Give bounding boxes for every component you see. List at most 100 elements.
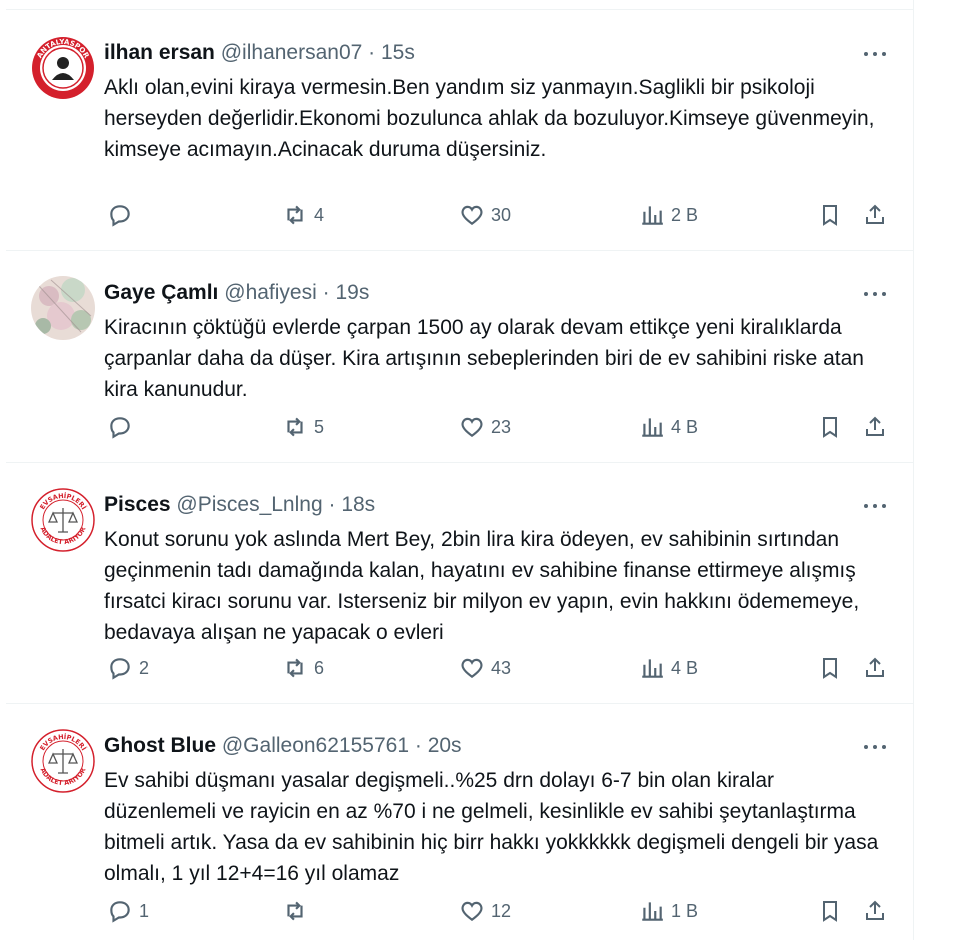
views-icon — [642, 659, 663, 678]
share-icon — [866, 900, 884, 920]
views-icon — [642, 418, 663, 437]
author-name[interactable]: Pisces — [104, 493, 171, 516]
action-bar: 1 12 1 B — [104, 896, 904, 926]
timestamp[interactable]: 18s — [341, 493, 375, 516]
repost-button[interactable]: 6 — [282, 653, 324, 683]
tweet-header: Ghost Blue @Galleon62155761 · 20s — [104, 732, 462, 760]
views-count: 4 B — [671, 416, 699, 437]
tweet[interactable]: ANTALYASPOR ilhan ersan @ilhanersan07 · … — [6, 10, 913, 251]
author-handle[interactable]: @Pisces_Lnlng — [176, 493, 322, 516]
author-name[interactable]: Gaye Çamlı — [104, 281, 218, 304]
reply-icon — [110, 417, 130, 439]
share-button[interactable] — [863, 200, 887, 230]
separator: · — [414, 734, 422, 757]
avatar[interactable] — [31, 276, 95, 340]
separator: · — [368, 41, 376, 64]
more-icon[interactable] — [861, 733, 891, 761]
tweet-header: Pisces @Pisces_Lnlng · 18s — [104, 491, 375, 519]
tweet-text: Ev sahibi düşmanı yasalar degişmeli..%25… — [104, 769, 879, 885]
repost-count: 6 — [314, 657, 325, 678]
more-icon[interactable] — [861, 492, 891, 520]
avatar[interactable]: ANTALYASPOR — [31, 36, 95, 100]
action-bar: 5 23 4 B — [104, 412, 904, 442]
reply-button[interactable]: 2 — [107, 653, 149, 683]
avatar[interactable]: EVSAHİPLERİ ADALET ARIYOR — [31, 729, 95, 793]
views-button[interactable]: 4 B — [639, 653, 698, 683]
like-icon — [461, 658, 483, 678]
author-name[interactable]: ilhan ersan — [104, 41, 215, 64]
reply-button[interactable] — [107, 412, 139, 442]
like-button[interactable]: 43 — [459, 653, 511, 683]
repost-icon — [287, 658, 303, 678]
like-count: 23 — [491, 416, 512, 437]
repost-count: 5 — [314, 416, 325, 437]
repost-count: 4 — [314, 204, 325, 225]
repost-button[interactable]: 5 — [282, 412, 324, 442]
separator: · — [322, 281, 330, 304]
like-icon — [461, 417, 483, 437]
tweet[interactable]: EVSAHİPLERİ ADALET ARIYOR Ghost Blue @Ga… — [6, 703, 913, 940]
repost-button[interactable]: 4 — [282, 200, 324, 230]
bookmark-icon — [823, 901, 837, 922]
share-icon — [866, 204, 884, 224]
repost-icon — [287, 205, 303, 225]
tweet-header: Gaye Çamlı @hafiyesi · 19s — [104, 279, 369, 307]
tweet[interactable]: EVSAHİPLERİ ADALET ARIYOR Pisces @Pisces… — [6, 462, 913, 704]
action-bar: 2 6 43 4 B — [104, 653, 904, 683]
reply-count: 1 — [139, 900, 150, 921]
views-count: 2 B — [671, 204, 699, 225]
timestamp[interactable]: 20s — [428, 734, 462, 757]
share-icon — [866, 416, 884, 436]
like-icon — [461, 901, 483, 921]
reply-count: 2 — [139, 657, 150, 678]
separator: · — [328, 493, 336, 516]
repost-icon — [287, 901, 303, 921]
repost-icon — [287, 417, 303, 437]
like-count: 12 — [491, 900, 512, 921]
share-button[interactable] — [863, 412, 887, 442]
tweet-text: Aklı olan,evini kiraya vermesin.Ben yand… — [104, 76, 875, 161]
tweet-text: Kiracının çöktüğü evlerde çarpan 1500 ay… — [104, 316, 864, 401]
like-button[interactable]: 23 — [459, 412, 511, 442]
reply-icon — [110, 901, 130, 923]
tweet[interactable]: Gaye Çamlı @hafiyesi · 19s Kiracının çök… — [6, 250, 913, 463]
timestamp[interactable]: 15s — [381, 41, 415, 64]
reply-button[interactable] — [107, 200, 139, 230]
like-button[interactable]: 12 — [459, 896, 511, 926]
reply-icon — [110, 658, 130, 680]
like-icon — [461, 205, 483, 225]
views-icon — [642, 206, 663, 225]
share-button[interactable] — [863, 896, 887, 926]
more-icon[interactable] — [861, 40, 891, 68]
bookmark-button[interactable] — [818, 653, 842, 683]
like-count: 43 — [491, 657, 512, 678]
bookmark-icon — [823, 205, 837, 226]
bookmark-button[interactable] — [818, 200, 842, 230]
share-button[interactable] — [863, 653, 887, 683]
more-icon[interactable] — [861, 280, 891, 308]
views-icon — [642, 902, 663, 921]
bookmark-button[interactable] — [818, 412, 842, 442]
repost-button[interactable] — [282, 896, 314, 926]
views-button[interactable]: 1 B — [639, 896, 698, 926]
tweet-text: Konut sorunu yok aslında Mert Bey, 2bin … — [104, 528, 860, 644]
avatar[interactable]: EVSAHİPLERİ ADALET ARIYOR — [31, 488, 95, 552]
like-count: 30 — [491, 204, 512, 225]
views-button[interactable]: 2 B — [639, 200, 698, 230]
bookmark-icon — [823, 417, 837, 438]
share-icon — [866, 657, 884, 677]
views-count: 4 B — [671, 657, 699, 678]
author-name[interactable]: Ghost Blue — [104, 734, 216, 757]
reply-button[interactable]: 1 — [107, 896, 149, 926]
author-handle[interactable]: @hafiyesi — [224, 281, 317, 304]
timestamp[interactable]: 19s — [335, 281, 369, 304]
bookmark-icon — [823, 658, 837, 679]
reply-icon — [110, 205, 130, 227]
author-handle[interactable]: @ilhanersan07 — [221, 41, 363, 64]
author-handle[interactable]: @Galleon62155761 — [222, 734, 409, 757]
views-count: 1 B — [671, 900, 699, 921]
like-button[interactable]: 30 — [459, 200, 511, 230]
views-button[interactable]: 4 B — [639, 412, 698, 442]
bookmark-button[interactable] — [818, 896, 842, 926]
tweet-header: ilhan ersan @ilhanersan07 · 15s — [104, 39, 415, 67]
